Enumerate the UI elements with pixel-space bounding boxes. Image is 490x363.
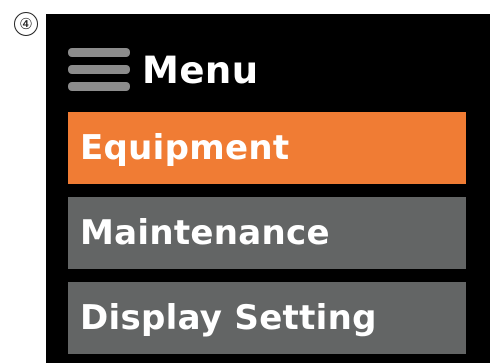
hamburger-line-top xyxy=(68,48,130,57)
hamburger-line-middle xyxy=(68,65,130,74)
menu-header: Menu xyxy=(68,40,259,100)
menu-item-display-setting[interactable]: Display Setting xyxy=(68,282,466,354)
hamburger-line-bottom xyxy=(68,82,130,91)
menu-title: Menu xyxy=(142,48,259,92)
menu-item-maintenance[interactable]: Maintenance xyxy=(68,197,466,269)
menu-item-equipment[interactable]: Equipment xyxy=(68,112,466,184)
device-screen: Menu Equipment Maintenance Display Setti… xyxy=(46,14,490,363)
step-number-marker: ④ xyxy=(14,12,38,36)
hamburger-menu-icon[interactable] xyxy=(68,44,130,96)
